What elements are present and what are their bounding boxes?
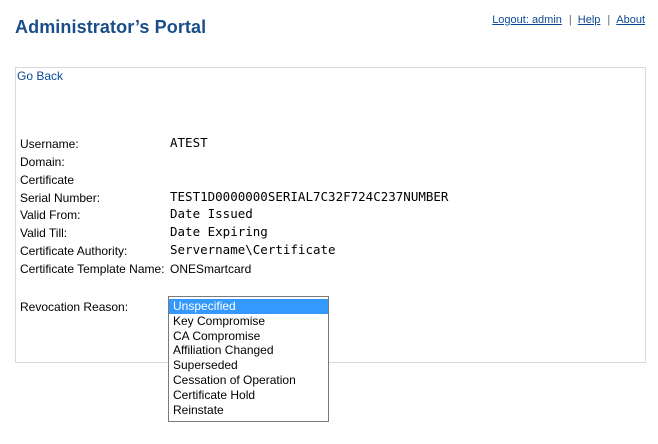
revocation-option-reinstate[interactable]: Reinstate [169, 403, 328, 418]
valid-from-value: Date Issued [170, 206, 253, 221]
revocation-option-key-compromise[interactable]: Key Compromise [169, 314, 328, 329]
revocation-option-ca-compromise[interactable]: CA Compromise [169, 329, 328, 344]
certificate-authority-label: Certificate Authority: [20, 244, 128, 258]
go-back-link[interactable]: Go Back [17, 69, 63, 83]
revocation-option-affiliation-changed[interactable]: Affiliation Changed [169, 343, 328, 358]
revocation-reason-label: Revocation Reason: [20, 300, 129, 314]
about-link[interactable]: About [616, 14, 645, 26]
revocation-option-cessation-of-operation[interactable]: Cessation of Operation [169, 373, 328, 388]
template-name-value: ONESmartcard [170, 262, 252, 276]
certificate-authority-value: Servername\Certificate [170, 242, 336, 257]
top-nav-links: Logout: admin | Help | About [492, 14, 645, 26]
domain-label: Domain: [20, 155, 65, 169]
valid-till-value: Date Expiring [170, 224, 268, 239]
valid-from-label: Valid From: [20, 208, 81, 222]
nav-separator: | [607, 14, 611, 26]
revocation-option-unspecified[interactable]: Unspecified [169, 299, 328, 314]
valid-till-label: Valid Till: [20, 226, 68, 240]
nav-separator: | [568, 14, 572, 26]
page-title: Administrator’s Portal [15, 17, 207, 37]
revocation-reason-listbox[interactable]: Unspecified Key Compromise CA Compromise… [168, 296, 329, 422]
serial-number-value: TEST1D0000000SERIAL7C32F724C237NUMBER [170, 189, 449, 204]
revocation-option-superseded[interactable]: Superseded [169, 358, 328, 373]
username-value: ATEST [170, 135, 208, 150]
help-link[interactable]: Help [578, 14, 601, 26]
template-name-label: Certificate Template Name: [20, 262, 165, 276]
certificate-label: Certificate [20, 173, 75, 187]
serial-number-label: Serial Number: [20, 191, 101, 205]
revocation-option-certificate-hold[interactable]: Certificate Hold [169, 388, 328, 403]
logout-link[interactable]: Logout: admin [492, 14, 562, 26]
certificate-details-panel: Go Back Username: ATEST Domain: Certific… [15, 67, 646, 363]
username-label: Username: [20, 137, 79, 151]
